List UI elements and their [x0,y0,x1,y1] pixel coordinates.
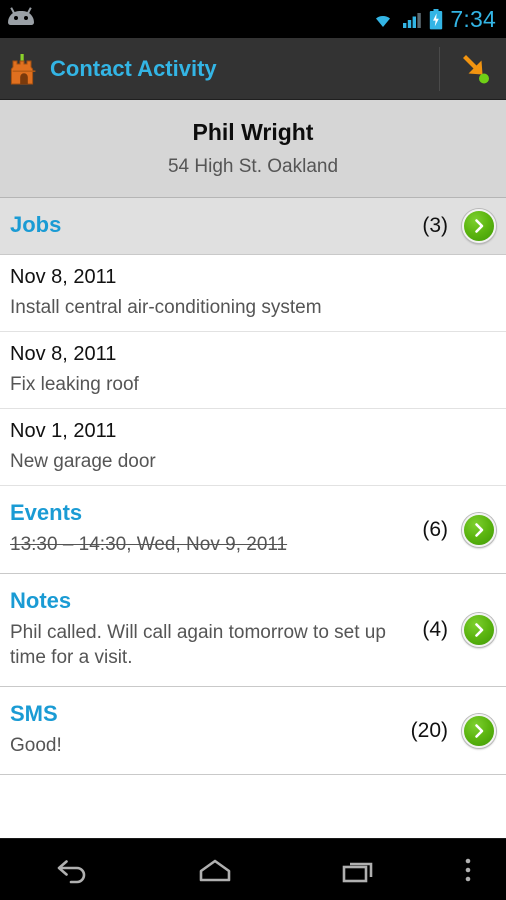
section-count: (6) [422,517,448,541]
wifi-icon [376,15,391,27]
section-meta: (6) [422,512,496,547]
chevron-right-icon[interactable] [462,613,496,648]
status-bar-system-icons: 7:34 [371,6,496,33]
section-meta: (20) [410,713,496,748]
job-date: Nov 8, 2011 [10,343,117,365]
chevron-right-icon[interactable] [462,209,496,243]
page-title: Contact Activity [50,55,217,81]
status-bar-clock: 7:34 [450,5,496,32]
section-meta: (3) [422,209,496,243]
section-count: (3) [422,214,448,237]
chevron-right-icon[interactable] [462,512,496,547]
job-description: Fix leaking roof [10,374,139,395]
table-row[interactable]: Nov 8, 2011 Fix leaking roof [0,332,506,409]
section-header-events[interactable]: Events 13:30 – 14:30, Wed, Nov 9, 2011 (… [0,486,506,575]
battery-charging-icon [430,8,443,29]
job-description: New garage door [10,451,156,472]
section-count: (4) [422,618,448,642]
nav-overflow-menu-button[interactable] [430,839,506,900]
action-bar: Contact Activity [0,38,506,100]
status-bar: 7:34 [0,0,506,38]
section-header-sms[interactable]: SMS Good! (20) [0,687,506,776]
section-meta: (4) [422,613,496,648]
table-row[interactable]: Nov 1, 2011 New garage door [0,409,506,486]
section-count: (20) [410,718,448,742]
app-screen: 7:34 Contact Activity Phil Wright 54 Hig… [0,0,506,900]
green-dot-badge [479,73,489,83]
status-bar-notifications [8,7,371,29]
sync-action-button[interactable] [440,38,506,99]
contact-address: 54 High St. Oakland [167,156,339,177]
android-robot-icon [8,7,34,29]
table-row[interactable]: Nov 8, 2011 Install central air-conditio… [0,255,506,332]
overflow-menu-icon [465,858,471,881]
arrow-down-right-icon [463,54,489,83]
contact-header: Phil Wright 54 High St. Oakland [0,100,506,198]
chevron-right-icon[interactable] [462,713,496,748]
home-icon [199,859,231,881]
cellular-signal-icon [403,13,422,28]
activity-list: Jobs (3) Nov 8, 2011 Install central air… [0,198,506,838]
castle-tower-icon [10,52,38,86]
job-date: Nov 8, 2011 [10,266,117,288]
section-title: Notes [10,588,72,614]
nav-back-button[interactable] [0,839,143,900]
action-bar-home-button[interactable]: Contact Activity [0,38,439,99]
job-description: Install central air-conditioning system [10,297,322,318]
recent-apps-icon [343,862,373,882]
job-date: Nov 1, 2011 [10,420,117,442]
system-navigation-bar [0,838,506,900]
back-arrow-icon [57,859,85,883]
nav-home-button[interactable] [143,839,286,900]
contact-name: Phil Wright [192,119,314,145]
section-header-notes[interactable]: Notes Phil called. Will call again tomor… [0,574,506,687]
section-header-jobs[interactable]: Jobs (3) [0,198,506,255]
nav-recents-button[interactable] [287,839,430,900]
